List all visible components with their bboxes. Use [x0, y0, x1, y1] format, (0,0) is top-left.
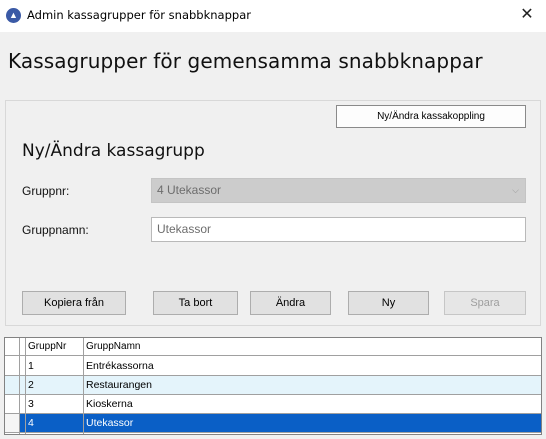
copy-from-button[interactable]: Kopiera från: [22, 291, 126, 315]
table-row[interactable]: 2 Restaurangen: [5, 376, 541, 395]
group-name-label: Gruppnamn:: [22, 223, 89, 237]
group-name-input[interactable]: Utekassor: [151, 217, 526, 242]
group-name-cell: Entrékassorna: [86, 360, 154, 372]
group-name-cell: Kioskerna: [86, 398, 133, 410]
column-divider: [25, 338, 26, 434]
group-name-cell: Restaurangen: [86, 379, 152, 391]
group-number-cell: 3: [28, 398, 34, 410]
app-logo-icon: ▲: [6, 8, 21, 23]
edit-button[interactable]: Ändra: [250, 291, 331, 315]
row-selector[interactable]: [5, 376, 19, 394]
group-number-label: Gruppnr:: [22, 184, 70, 198]
table-row-selected[interactable]: 4 Utekassor: [5, 414, 541, 433]
column-divider: [83, 338, 84, 434]
page-title: Kassagrupper för gemensamma snabbknappar: [8, 49, 483, 73]
row-selector[interactable]: [5, 357, 19, 375]
chevron-down-icon: ⌵: [512, 185, 519, 195]
window-title: Admin kassagrupper för snabbknappar: [27, 8, 251, 22]
group-table[interactable]: GruppNr GruppNamn 1 Entrékassorna 2 Rest…: [4, 337, 542, 435]
table-row[interactable]: 1 Entrékassorna: [5, 357, 541, 376]
close-button[interactable]: ✕: [512, 2, 542, 28]
title-bar: ▲ Admin kassagrupper för snabbknappar ✕: [0, 0, 546, 32]
column-header-group-name[interactable]: GruppNamn: [83, 338, 541, 356]
group-number-cell: 2: [28, 379, 34, 391]
form-subheading: Ny/Ändra kassagrupp: [22, 141, 205, 161]
group-number-value: 4 Utekassor: [157, 183, 222, 197]
group-number-cell: 1: [28, 360, 34, 372]
row-selector[interactable]: [5, 395, 19, 413]
switch-to-register-link-button[interactable]: Ny/Ändra kassakoppling: [336, 105, 526, 128]
new-button[interactable]: Ny: [348, 291, 429, 315]
group-number-select[interactable]: 4 Utekassor ⌵: [151, 178, 526, 203]
table-row[interactable]: 3 Kioskerna: [5, 395, 541, 414]
delete-button[interactable]: Ta bort: [153, 291, 238, 315]
group-number-cell: 4: [28, 417, 34, 429]
row-header-corner: [5, 338, 25, 356]
group-name-cell: Utekassor: [86, 417, 134, 429]
column-header-group-number[interactable]: GruppNr: [25, 338, 83, 356]
column-divider: [19, 338, 20, 434]
row-selector[interactable]: [5, 414, 19, 432]
save-button[interactable]: Spara: [444, 291, 526, 315]
